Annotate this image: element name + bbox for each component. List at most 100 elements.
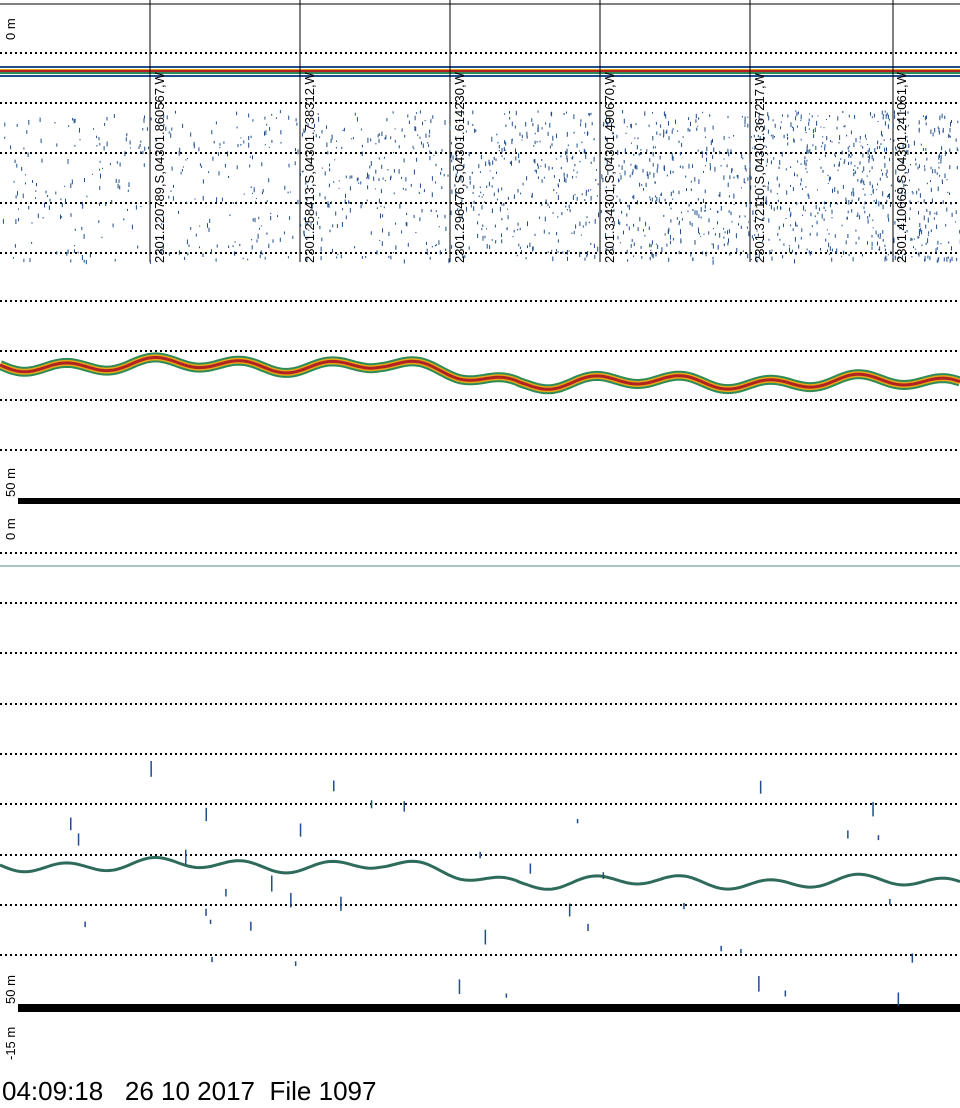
scatter-echo <box>827 174 829 176</box>
scatter-echo <box>706 157 707 162</box>
scatter-echo <box>909 179 910 182</box>
scatter-echo <box>388 255 390 258</box>
scatter-echo <box>360 128 362 131</box>
scatter-echo <box>444 120 446 125</box>
scatter-echo <box>831 141 833 143</box>
scatter-echo <box>717 221 718 225</box>
scatter-echo <box>117 183 119 189</box>
scatter-echo <box>712 155 714 159</box>
scatter-echo <box>829 246 831 251</box>
scatter-echo <box>199 163 201 166</box>
scatter-echo <box>648 226 650 230</box>
scatter-echo <box>501 148 503 153</box>
scatter-echo <box>690 252 692 257</box>
scatter-echo <box>114 258 116 262</box>
scatter-echo <box>439 250 441 255</box>
scatter-echo <box>294 161 296 166</box>
scatter-echo <box>423 189 425 193</box>
scatter-echo <box>726 164 728 168</box>
scatter-echo <box>826 118 827 120</box>
scatter-echo <box>486 244 488 249</box>
scatter-echo <box>249 156 251 158</box>
scatter-echo <box>32 180 33 183</box>
scatter-echo <box>822 136 824 138</box>
scatter-echo <box>316 221 318 225</box>
scatter-echo <box>934 127 936 133</box>
scatter-echo <box>537 176 539 179</box>
scatter-echo <box>326 142 328 148</box>
scatter-echo <box>392 111 394 114</box>
scatter-echo <box>890 138 891 140</box>
scatter-echo <box>789 207 791 209</box>
scatter-echo <box>566 149 568 155</box>
scatter-echo <box>547 203 549 206</box>
scatter-echo <box>956 165 958 170</box>
scatter-echo <box>421 208 423 213</box>
scatter-echo <box>617 150 619 155</box>
scatter-echo <box>424 120 426 122</box>
noise-echo <box>250 921 252 931</box>
scatter-echo <box>727 242 729 246</box>
scatter-echo <box>633 153 635 156</box>
scatter-echo <box>704 209 706 212</box>
scatter-echo <box>366 177 368 180</box>
scatter-echo <box>112 223 114 228</box>
scatter-echo <box>723 236 725 239</box>
scatter-echo <box>580 123 582 127</box>
scatter-echo <box>660 192 662 196</box>
scatter-echo <box>243 140 245 144</box>
scatter-echo <box>351 138 353 140</box>
scatter-echo <box>143 118 145 123</box>
scatter-echo <box>572 155 574 160</box>
scatter-echo <box>567 256 568 261</box>
scatter-echo <box>704 204 706 209</box>
scatter-echo <box>116 161 118 164</box>
scatter-echo <box>503 203 505 206</box>
scatter-echo <box>863 180 865 185</box>
scatter-echo <box>670 207 672 210</box>
scatter-echo <box>877 183 878 186</box>
scatter-echo <box>869 154 871 160</box>
scatter-echo <box>884 147 886 152</box>
scatter-echo <box>672 128 674 131</box>
scatter-echo <box>828 176 830 182</box>
scatter-echo <box>401 128 403 132</box>
scatter-echo <box>478 213 480 216</box>
noise-echo <box>290 892 292 908</box>
scatter-echo <box>435 163 437 167</box>
scatter-echo <box>749 203 751 208</box>
scatter-echo <box>522 182 524 186</box>
scatter-echo <box>794 259 795 264</box>
scatter-echo <box>792 127 794 132</box>
scatter-echo <box>218 171 220 176</box>
scatter-echo <box>517 189 519 193</box>
scatter-echo <box>672 198 674 200</box>
scatter-echo <box>491 136 493 142</box>
scatter-echo <box>255 201 256 203</box>
scatter-echo <box>802 188 803 191</box>
scatter-echo <box>572 195 574 201</box>
scatter-echo <box>292 235 294 239</box>
scatter-echo <box>585 221 587 226</box>
scatter-echo <box>549 122 551 128</box>
scatter-echo <box>949 192 950 195</box>
scatter-echo <box>723 243 725 247</box>
noise-echo <box>77 833 80 846</box>
scatter-echo <box>938 162 940 164</box>
scatter-echo <box>925 242 927 245</box>
scatter-echo <box>940 155 942 160</box>
scatter-echo <box>82 204 84 209</box>
scatter-echo <box>259 254 261 259</box>
scatter-echo <box>640 246 642 249</box>
scatter-echo <box>186 239 188 245</box>
scatter-echo <box>407 114 409 118</box>
scatter-echo <box>655 121 657 125</box>
scatter-echo <box>690 121 691 127</box>
scatter-echo <box>619 173 621 175</box>
scatter-echo <box>505 141 507 146</box>
noise-echo <box>84 921 86 928</box>
scatter-echo <box>509 161 511 164</box>
scatter-echo <box>236 111 238 116</box>
scatter-echo <box>926 208 928 212</box>
scatter-echo <box>378 178 380 181</box>
